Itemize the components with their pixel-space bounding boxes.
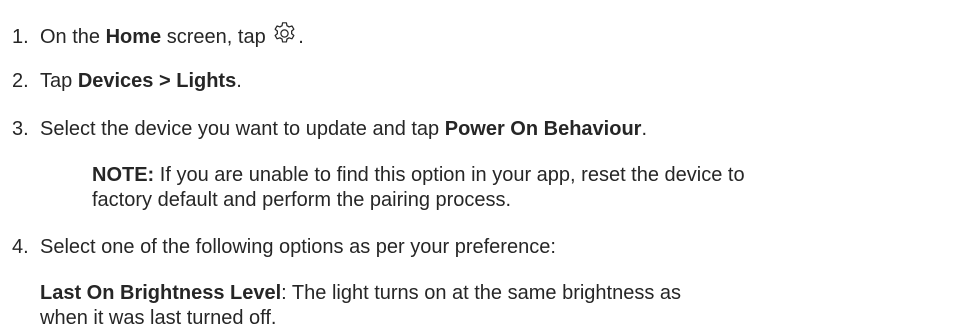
note-label: NOTE:	[92, 164, 155, 186]
note-text-line-2: factory default and perform the pairing …	[92, 189, 512, 211]
step-number: 1.	[12, 26, 29, 48]
step-text: screen, tap	[161, 26, 272, 48]
note-block: NOTE: If you are unable to find this opt…	[92, 163, 745, 213]
gear-icon	[271, 20, 298, 47]
step-text: Select one of the following options as p…	[40, 236, 556, 258]
step-2: 2. Tap Devices > Lights.	[12, 69, 242, 94]
step-text: On the	[40, 26, 106, 48]
step-text: .	[236, 70, 242, 92]
option-label: Last On Brightness Level	[40, 282, 282, 304]
step-1: 1. On the Home screen, tap .	[12, 20, 304, 50]
power-on-behaviour-label: Power On Behaviour	[444, 118, 642, 140]
step-text: Select the device you want to update and…	[40, 118, 445, 140]
step-text: Tap	[40, 70, 78, 92]
step-number: 2.	[12, 70, 29, 92]
step-text: .	[298, 26, 304, 48]
option-text-line-2: when it was last turned off.	[40, 307, 277, 329]
option-text-line-1: : The light turns on at the same brightn…	[281, 282, 682, 304]
devices-lights-label: Devices > Lights	[77, 70, 237, 92]
step-3: 3. Select the device you want to update a…	[12, 117, 647, 142]
option-last-on-brightness: Last On Brightness Level: The light turn…	[40, 281, 681, 331]
step-number: 3.	[12, 118, 29, 140]
home-label: Home	[105, 26, 162, 48]
note-text-line-1: If you are unable to find this option in…	[154, 164, 745, 186]
step-number: 4.	[12, 236, 29, 258]
step-text: .	[641, 118, 648, 140]
step-4: 4. Select one of the following options as…	[12, 235, 556, 260]
